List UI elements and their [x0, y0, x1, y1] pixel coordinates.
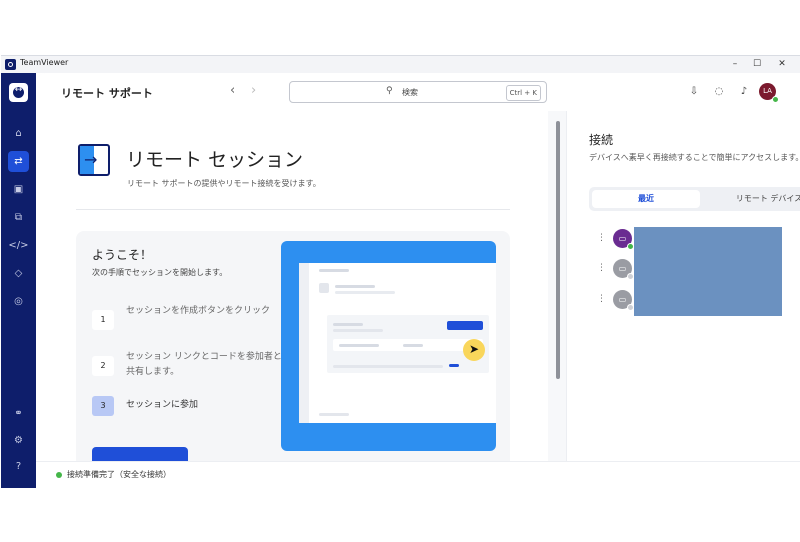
integrations-icon[interactable]: ⚭ [8, 403, 29, 424]
status-bar: 接続準備完了（安全な接続） [36, 461, 800, 488]
app-window: TeamViewer – ☐ ✕ ⌂ ⇄ ▣ ⧉ </> ◇ ◎ ⚭ ⚙ ? リ… [1, 55, 800, 488]
tag-icon[interactable]: ◇ [8, 263, 29, 284]
remote-session-panel: → リモート セッション リモート サポートの提供やリモート接続を受けます。 よ… [36, 111, 548, 471]
close-button[interactable]: ✕ [772, 57, 792, 71]
remote-support-icon[interactable]: ⇄ [8, 151, 29, 172]
search-shortcut: Ctrl + K [505, 85, 541, 101]
device-status-dot [627, 273, 634, 280]
online-status-dot [772, 96, 779, 103]
session-illustration: ➤ [281, 241, 496, 451]
more-options-icon[interactable]: ⋮ [597, 294, 606, 304]
chat-icon[interactable]: ◌ [712, 85, 726, 99]
step-text: セッション リンクとコードを参加者と共有します。 [126, 352, 282, 377]
step-text-active: セッションに参加 [126, 400, 199, 410]
back-arrow-icon[interactable]: ‹ [230, 83, 235, 98]
mouse-pointer-icon: ➤ [469, 342, 480, 356]
tab-recent[interactable]: 最近 [592, 190, 700, 208]
welcome-subtitle: 次の手順でセッションを開始します。 [92, 268, 228, 277]
sessions-icon[interactable]: ⧉ [8, 207, 29, 228]
step-number: 2 [92, 356, 114, 376]
title-bar: TeamViewer – ☐ ✕ [1, 56, 800, 73]
forward-arrow-icon[interactable]: › [251, 83, 256, 98]
minimize-button[interactable]: – [725, 57, 745, 71]
devices-icon[interactable]: ▣ [8, 179, 29, 200]
step-text: セッションを作成ボタンをクリック [126, 306, 271, 316]
teamviewer-logo-icon[interactable] [9, 83, 28, 102]
step-number: 1 [92, 310, 114, 330]
search-input[interactable]: ⚲ 検索 Ctrl + K [289, 81, 547, 103]
status-dot-icon [56, 472, 62, 478]
security-icon[interactable]: ◎ [8, 291, 29, 312]
session-subtitle: リモート サポートの提供やリモート接続を受けます。 [127, 179, 321, 188]
help-icon[interactable]: ? [8, 456, 29, 477]
tab-remote-devices[interactable]: リモート デバイス [709, 190, 800, 208]
connections-panel: 接続 デバイスへ素早く再接続することで簡単にアクセスします。 最近 リモート デ… [566, 111, 800, 461]
code-icon[interactable]: </> [8, 235, 29, 256]
connection-tabs: 最近 リモート デバイス [589, 187, 800, 211]
connections-title: 接続 [589, 133, 614, 147]
welcome-card: ようこそ！ 次の手順でセッションを開始します。 1 セッションを作成ボタンをクリ… [76, 231, 510, 471]
bell-icon[interactable]: ♪ [737, 85, 751, 99]
download-icon[interactable]: ⇩ [687, 85, 701, 99]
redacted-device-names [634, 227, 782, 316]
settings-gear-icon[interactable]: ⚙ [8, 430, 29, 451]
more-options-icon[interactable]: ⋮ [597, 233, 606, 243]
nav-rail: ⌂ ⇄ ▣ ⧉ </> ◇ ◎ ⚭ ⚙ ? [1, 73, 36, 488]
teamviewer-logo-icon [5, 59, 16, 70]
connections-description: デバイスへ素早く再接続することで簡単にアクセスします。 [589, 153, 800, 162]
remote-session-icon: → [78, 144, 110, 176]
search-placeholder: 検索 [402, 88, 418, 97]
home-icon[interactable]: ⌂ [8, 123, 29, 144]
session-title: リモート セッション [126, 149, 304, 171]
device-status-dot [627, 243, 634, 250]
step-number-active: 3 [92, 396, 114, 416]
maximize-button[interactable]: ☐ [747, 57, 767, 71]
window-title: TeamViewer [20, 58, 69, 67]
welcome-title: ようこそ！ [92, 248, 153, 262]
device-status-dot [627, 304, 634, 311]
scrollbar[interactable] [556, 121, 560, 379]
divider [76, 209, 510, 210]
main-content: リモート サポート ‹ › ⚲ 検索 Ctrl + K ⇩ ◌ ♪ LA → リ… [36, 73, 800, 488]
search-icon: ⚲ [386, 86, 393, 96]
status-text: 接続準備完了（安全な接続） [67, 470, 171, 479]
header: リモート サポート ‹ › ⚲ 検索 Ctrl + K ⇩ ◌ ♪ LA [36, 73, 800, 111]
more-options-icon[interactable]: ⋮ [597, 263, 606, 273]
page-title: リモート サポート [61, 87, 153, 100]
